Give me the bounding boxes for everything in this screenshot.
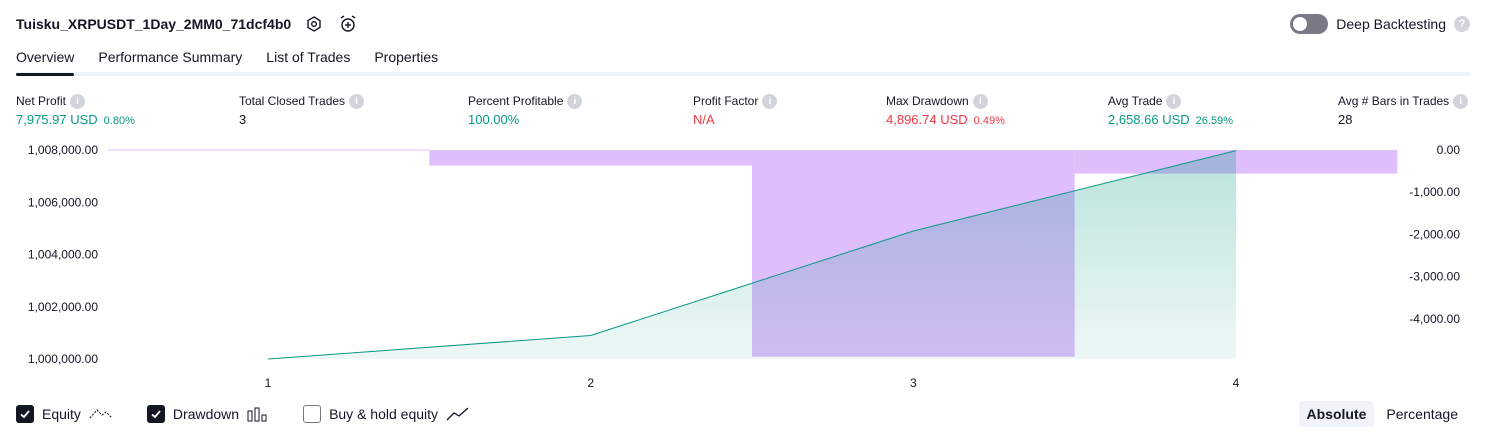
- metric-percent: 0.49%: [973, 115, 1005, 127]
- deep-backtesting-toggle[interactable]: [1290, 14, 1329, 34]
- left-axis-tick-label: 1,002,000.00: [28, 300, 98, 314]
- report-tabs: Overview Performance Summary List of Tra…: [16, 44, 1470, 76]
- metric-label: Net Profit: [16, 94, 67, 108]
- metric-percent: 26.59%: [1195, 115, 1233, 127]
- right-axis-tick-label: -2,000.00: [1409, 227, 1460, 241]
- right-axis-tick-label: -1,000.00: [1409, 185, 1460, 199]
- metric-net-profit: Net Profit i 7,975.97 USD 0.80%: [16, 92, 135, 127]
- metric-avg-bars: Avg # Bars in Trades i 28: [1338, 92, 1469, 127]
- tab-list-of-trades[interactable]: List of Trades: [266, 44, 350, 72]
- drawdown-label: Drawdown: [172, 406, 240, 422]
- metric-label: Avg # Bars in Trades: [1338, 94, 1450, 108]
- buy-hold-line-icon: [446, 406, 470, 422]
- metric-value: 3: [239, 112, 247, 127]
- info-icon[interactable]: i: [567, 93, 583, 109]
- left-axis-tick-label: 1,008,000.00: [28, 143, 98, 157]
- left-axis-tick-label: 1,000,000.00: [28, 352, 98, 366]
- strategy-header: Tuisku_XRPUSDT_1Day_2MM0_71dcf4b0: [16, 12, 359, 36]
- metric-avg-trade: Avg Trade i 2,658.66 USD 26.59%: [1108, 92, 1233, 127]
- right-axis-tick-label: -4,000.00: [1409, 312, 1460, 326]
- equity-label: Equity: [42, 406, 81, 422]
- metric-label: Total Closed Trades: [239, 94, 346, 108]
- metric-percent-profitable: Percent Profitable i 100.00%: [468, 92, 583, 127]
- tab-performance-summary[interactable]: Performance Summary: [98, 44, 242, 72]
- left-axis-tick-label: 1,006,000.00: [28, 195, 98, 209]
- chart-legend: Equity Drawdown Buy & hold equity: [16, 404, 504, 424]
- equity-checkbox[interactable]: [16, 405, 34, 423]
- strategy-title: Tuisku_XRPUSDT_1Day_2MM0_71dcf4b0: [16, 16, 292, 32]
- right-axis-tick-label: 0.00: [1437, 143, 1461, 157]
- deep-backtesting-label: Deep Backtesting: [1336, 16, 1446, 32]
- buy-hold-checkbox[interactable]: [303, 405, 322, 423]
- metric-label: Max Drawdown: [886, 94, 969, 108]
- left-axis-tick-label: 1,004,000.00: [28, 248, 98, 262]
- metric-value: 7,975.97 USD: [16, 112, 98, 127]
- settings-gear-icon[interactable]: [303, 13, 325, 35]
- percentage-button[interactable]: Percentage: [1378, 401, 1466, 427]
- metric-total-closed-trades: Total Closed Trades i 3: [239, 92, 365, 127]
- tab-properties[interactable]: Properties: [374, 44, 438, 72]
- info-icon[interactable]: i: [1166, 93, 1182, 109]
- equity-drawdown-chart[interactable]: 1,000,000.00 1,002,000.00 1,004,000.00 1,00…: [0, 138, 1486, 396]
- x-axis-tick-label: 4: [1233, 376, 1240, 390]
- tab-overview[interactable]: Overview: [16, 44, 75, 76]
- x-axis-tick-label: 1: [265, 376, 272, 390]
- x-axis: 1 2 3 4: [265, 376, 1240, 390]
- metric-value: 4,896.74 USD: [886, 112, 968, 127]
- buy-hold-label: Buy & hold equity: [329, 406, 439, 422]
- drawdown-bar-2: [429, 150, 753, 166]
- help-question-icon[interactable]: ?: [1454, 16, 1470, 32]
- legend-equity[interactable]: Equity: [16, 405, 113, 423]
- metric-value: 100.00%: [468, 112, 520, 127]
- right-axis-tick-label: -3,000.00: [1409, 270, 1460, 284]
- metric-max-drawdown: Max Drawdown i 4,896.74 USD 0.49%: [886, 92, 1005, 127]
- metric-label: Percent Profitable: [468, 94, 564, 108]
- drawdown-checkbox[interactable]: [146, 405, 165, 423]
- info-icon[interactable]: i: [762, 93, 778, 109]
- toggle-knob: [1293, 17, 1308, 31]
- absolute-button[interactable]: Absolute: [1298, 401, 1375, 427]
- metric-value: 28: [1338, 112, 1353, 127]
- info-icon[interactable]: i: [349, 93, 365, 109]
- info-icon[interactable]: i: [972, 93, 988, 109]
- drawdown-bars-icon: [247, 406, 269, 422]
- x-axis-tick-label: 3: [910, 376, 917, 390]
- right-axis: 0.00 -1,000.00 -2,000.00 -3,000.00 -4,000.00: [1409, 143, 1460, 326]
- info-icon[interactable]: i: [1453, 93, 1469, 109]
- legend-drawdown[interactable]: Drawdown: [146, 405, 269, 423]
- metric-label: Avg Trade: [1108, 94, 1163, 108]
- metric-value: N/A: [693, 112, 715, 127]
- deep-backtesting-control: Deep Backtesting ?: [1290, 12, 1470, 36]
- info-icon[interactable]: i: [70, 93, 86, 109]
- metric-percent: 0.80%: [103, 115, 135, 127]
- legend-buy-hold[interactable]: Buy & hold equity: [303, 405, 470, 423]
- metrics-row: Net Profit i 7,975.97 USD 0.80% Total Clos…: [0, 92, 1486, 136]
- equity-line-icon: [89, 406, 113, 422]
- metric-profit-factor: Profit Factor i N/A: [693, 92, 778, 127]
- metric-value: 2,658.66 USD: [1108, 112, 1190, 127]
- metric-label: Profit Factor: [693, 94, 759, 108]
- x-axis-tick-label: 2: [587, 376, 594, 390]
- value-mode-switch: Absolute Percentage: [1298, 401, 1467, 427]
- add-alert-clock-icon[interactable]: [337, 13, 359, 35]
- left-axis: 1,000,000.00 1,002,000.00 1,004,000.00 1,00…: [28, 143, 98, 366]
